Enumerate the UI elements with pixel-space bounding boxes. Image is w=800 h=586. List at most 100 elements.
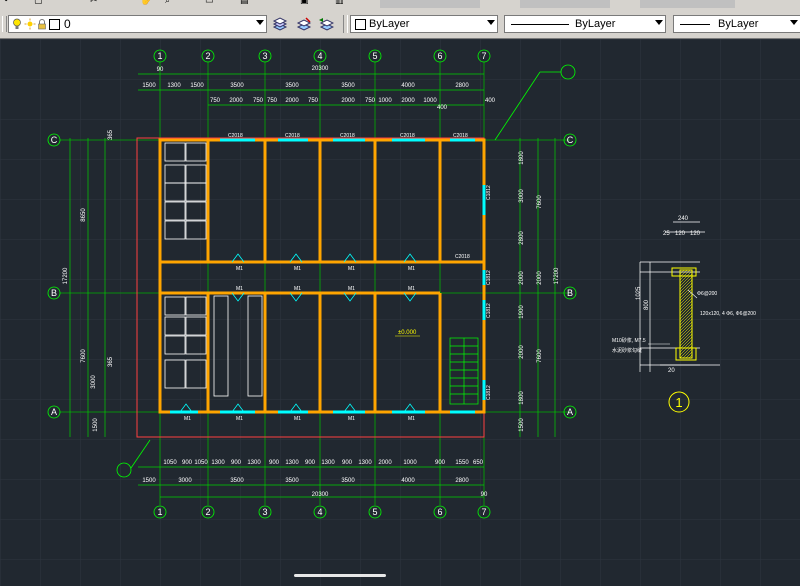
svg-text:750: 750 <box>308 98 319 104</box>
svg-text:M1: M1 <box>294 416 301 422</box>
svg-text:1800: 1800 <box>519 391 525 405</box>
svg-text:M1: M1 <box>236 286 243 292</box>
svg-text:900: 900 <box>182 460 193 466</box>
svg-text:C: C <box>51 135 58 145</box>
chevron-down-icon <box>256 20 264 25</box>
linetype-value: ByLayer <box>575 18 616 30</box>
tab-standard[interactable] <box>640 0 735 8</box>
svg-text:1: 1 <box>675 395 682 410</box>
layer-previous-icon[interactable] <box>318 16 335 32</box>
svg-text:900: 900 <box>269 460 280 466</box>
svg-text:900: 900 <box>305 460 316 466</box>
svg-text:M1: M1 <box>348 286 355 292</box>
svg-text:1300: 1300 <box>167 83 181 89</box>
svg-text:750: 750 <box>365 98 376 104</box>
svg-text:3500: 3500 <box>341 478 355 484</box>
svg-text:650: 650 <box>473 460 484 466</box>
svg-text:800: 800 <box>644 299 650 310</box>
zoom-icon[interactable]: ⌕ <box>165 0 170 8</box>
svg-text:1500: 1500 <box>142 83 156 89</box>
svg-text:C2018: C2018 <box>400 133 415 139</box>
svg-text:7: 7 <box>481 51 486 61</box>
svg-text:750: 750 <box>267 98 278 104</box>
svg-text:900: 900 <box>231 460 242 466</box>
cut-icon[interactable]: ✂ <box>90 0 98 8</box>
svg-text:7600: 7600 <box>537 349 543 363</box>
chevron-down-icon <box>487 20 495 25</box>
svg-text:90: 90 <box>157 67 164 73</box>
tab-setting-control[interactable] <box>380 0 480 8</box>
svg-text:4000: 4000 <box>401 478 415 484</box>
drawing-canvas[interactable]: M1 M1 M1 M1 M1 M1 M1 M1 M1 M1 M1 M1 M1 C2018 C… <box>0 39 800 586</box>
color-dropdown[interactable]: ByLayer <box>350 15 498 33</box>
lightbulb-icon <box>12 18 22 30</box>
svg-text:1300: 1300 <box>285 460 299 466</box>
lineweight-preview-line <box>680 24 710 25</box>
svg-text:120x120, 4 Φ6, Φ6@200: 120x120, 4 Φ6, Φ6@200 <box>700 311 756 317</box>
toolbar-grip[interactable] <box>2 16 7 32</box>
svg-text:2800: 2800 <box>519 231 525 245</box>
svg-text:Φ6@200: Φ6@200 <box>697 291 717 297</box>
svg-text:1500: 1500 <box>190 83 204 89</box>
undo-icon[interactable]: ↶ <box>4 0 12 8</box>
svg-text:4: 4 <box>317 51 322 61</box>
svg-text:1000: 1000 <box>378 98 392 104</box>
svg-text:C1812: C1812 <box>486 385 492 400</box>
current-layer-name: 0 <box>64 17 71 31</box>
svg-text:20300: 20300 <box>312 492 329 498</box>
svg-text:1300: 1300 <box>247 460 261 466</box>
svg-text:C2018: C2018 <box>285 133 300 139</box>
svg-text:3000: 3000 <box>519 189 525 203</box>
window-icon[interactable]: ▭ <box>205 0 214 8</box>
svg-text:365: 365 <box>108 356 114 367</box>
svg-text:900: 900 <box>435 460 446 466</box>
svg-text:1300: 1300 <box>321 460 335 466</box>
svg-text:2: 2 <box>205 51 210 61</box>
svg-text:3000: 3000 <box>91 375 97 389</box>
sun-icon <box>24 18 36 30</box>
svg-text:90: 90 <box>481 492 488 498</box>
lineweight-value: ByLayer <box>718 18 759 30</box>
svg-text:2800: 2800 <box>455 83 469 89</box>
svg-text:3500: 3500 <box>341 83 355 89</box>
lineweight-dropdown[interactable]: ByLayer <box>673 15 800 33</box>
svg-text:120: 120 <box>690 231 701 237</box>
svg-text:M1: M1 <box>236 266 243 272</box>
svg-text:3500: 3500 <box>285 478 299 484</box>
svg-text:C1812: C1812 <box>486 303 492 318</box>
tab-setting[interactable] <box>520 0 610 8</box>
horizontal-scroll-indicator[interactable] <box>294 574 386 577</box>
svg-text:1500: 1500 <box>142 478 156 484</box>
svg-text:2000: 2000 <box>378 460 392 466</box>
elevation-label: ±0.000 <box>398 330 417 336</box>
svg-text:3500: 3500 <box>285 83 299 89</box>
chevron-down-icon <box>655 20 663 25</box>
copy-icon[interactable]: ▢ <box>34 0 43 8</box>
svg-text:水泥砂浆勾缝: 水泥砂浆勾缝 <box>612 347 642 354</box>
make-layer-current-icon[interactable] <box>272 16 288 32</box>
sheet-icon[interactable]: ▥ <box>335 0 344 8</box>
svg-text:3: 3 <box>262 507 267 517</box>
svg-text:1900: 1900 <box>519 305 525 319</box>
properties-icon[interactable]: ▤ <box>240 0 249 8</box>
svg-text:C2018: C2018 <box>228 133 243 139</box>
svg-text:5: 5 <box>372 51 377 61</box>
layer-color-swatch <box>49 19 60 30</box>
help-icon[interactable]: ▣ <box>300 0 309 8</box>
layer-dropdown[interactable]: 0 <box>8 15 267 33</box>
layer-states-icon[interactable] <box>296 16 312 32</box>
svg-text:7600: 7600 <box>537 195 543 209</box>
svg-text:1500: 1500 <box>519 418 525 432</box>
svg-text:3500: 3500 <box>230 83 244 89</box>
svg-text:6: 6 <box>437 507 442 517</box>
svg-text:2: 2 <box>205 507 210 517</box>
svg-text:120: 120 <box>675 231 686 237</box>
svg-text:B: B <box>51 288 57 298</box>
svg-text:M1: M1 <box>294 286 301 292</box>
svg-text:20300: 20300 <box>312 66 329 72</box>
pan-icon[interactable]: ✋ <box>140 0 151 8</box>
svg-text:1300: 1300 <box>211 460 225 466</box>
linetype-dropdown[interactable]: ByLayer <box>504 15 666 33</box>
svg-text:M1: M1 <box>408 286 415 292</box>
svg-text:M1: M1 <box>236 416 243 422</box>
